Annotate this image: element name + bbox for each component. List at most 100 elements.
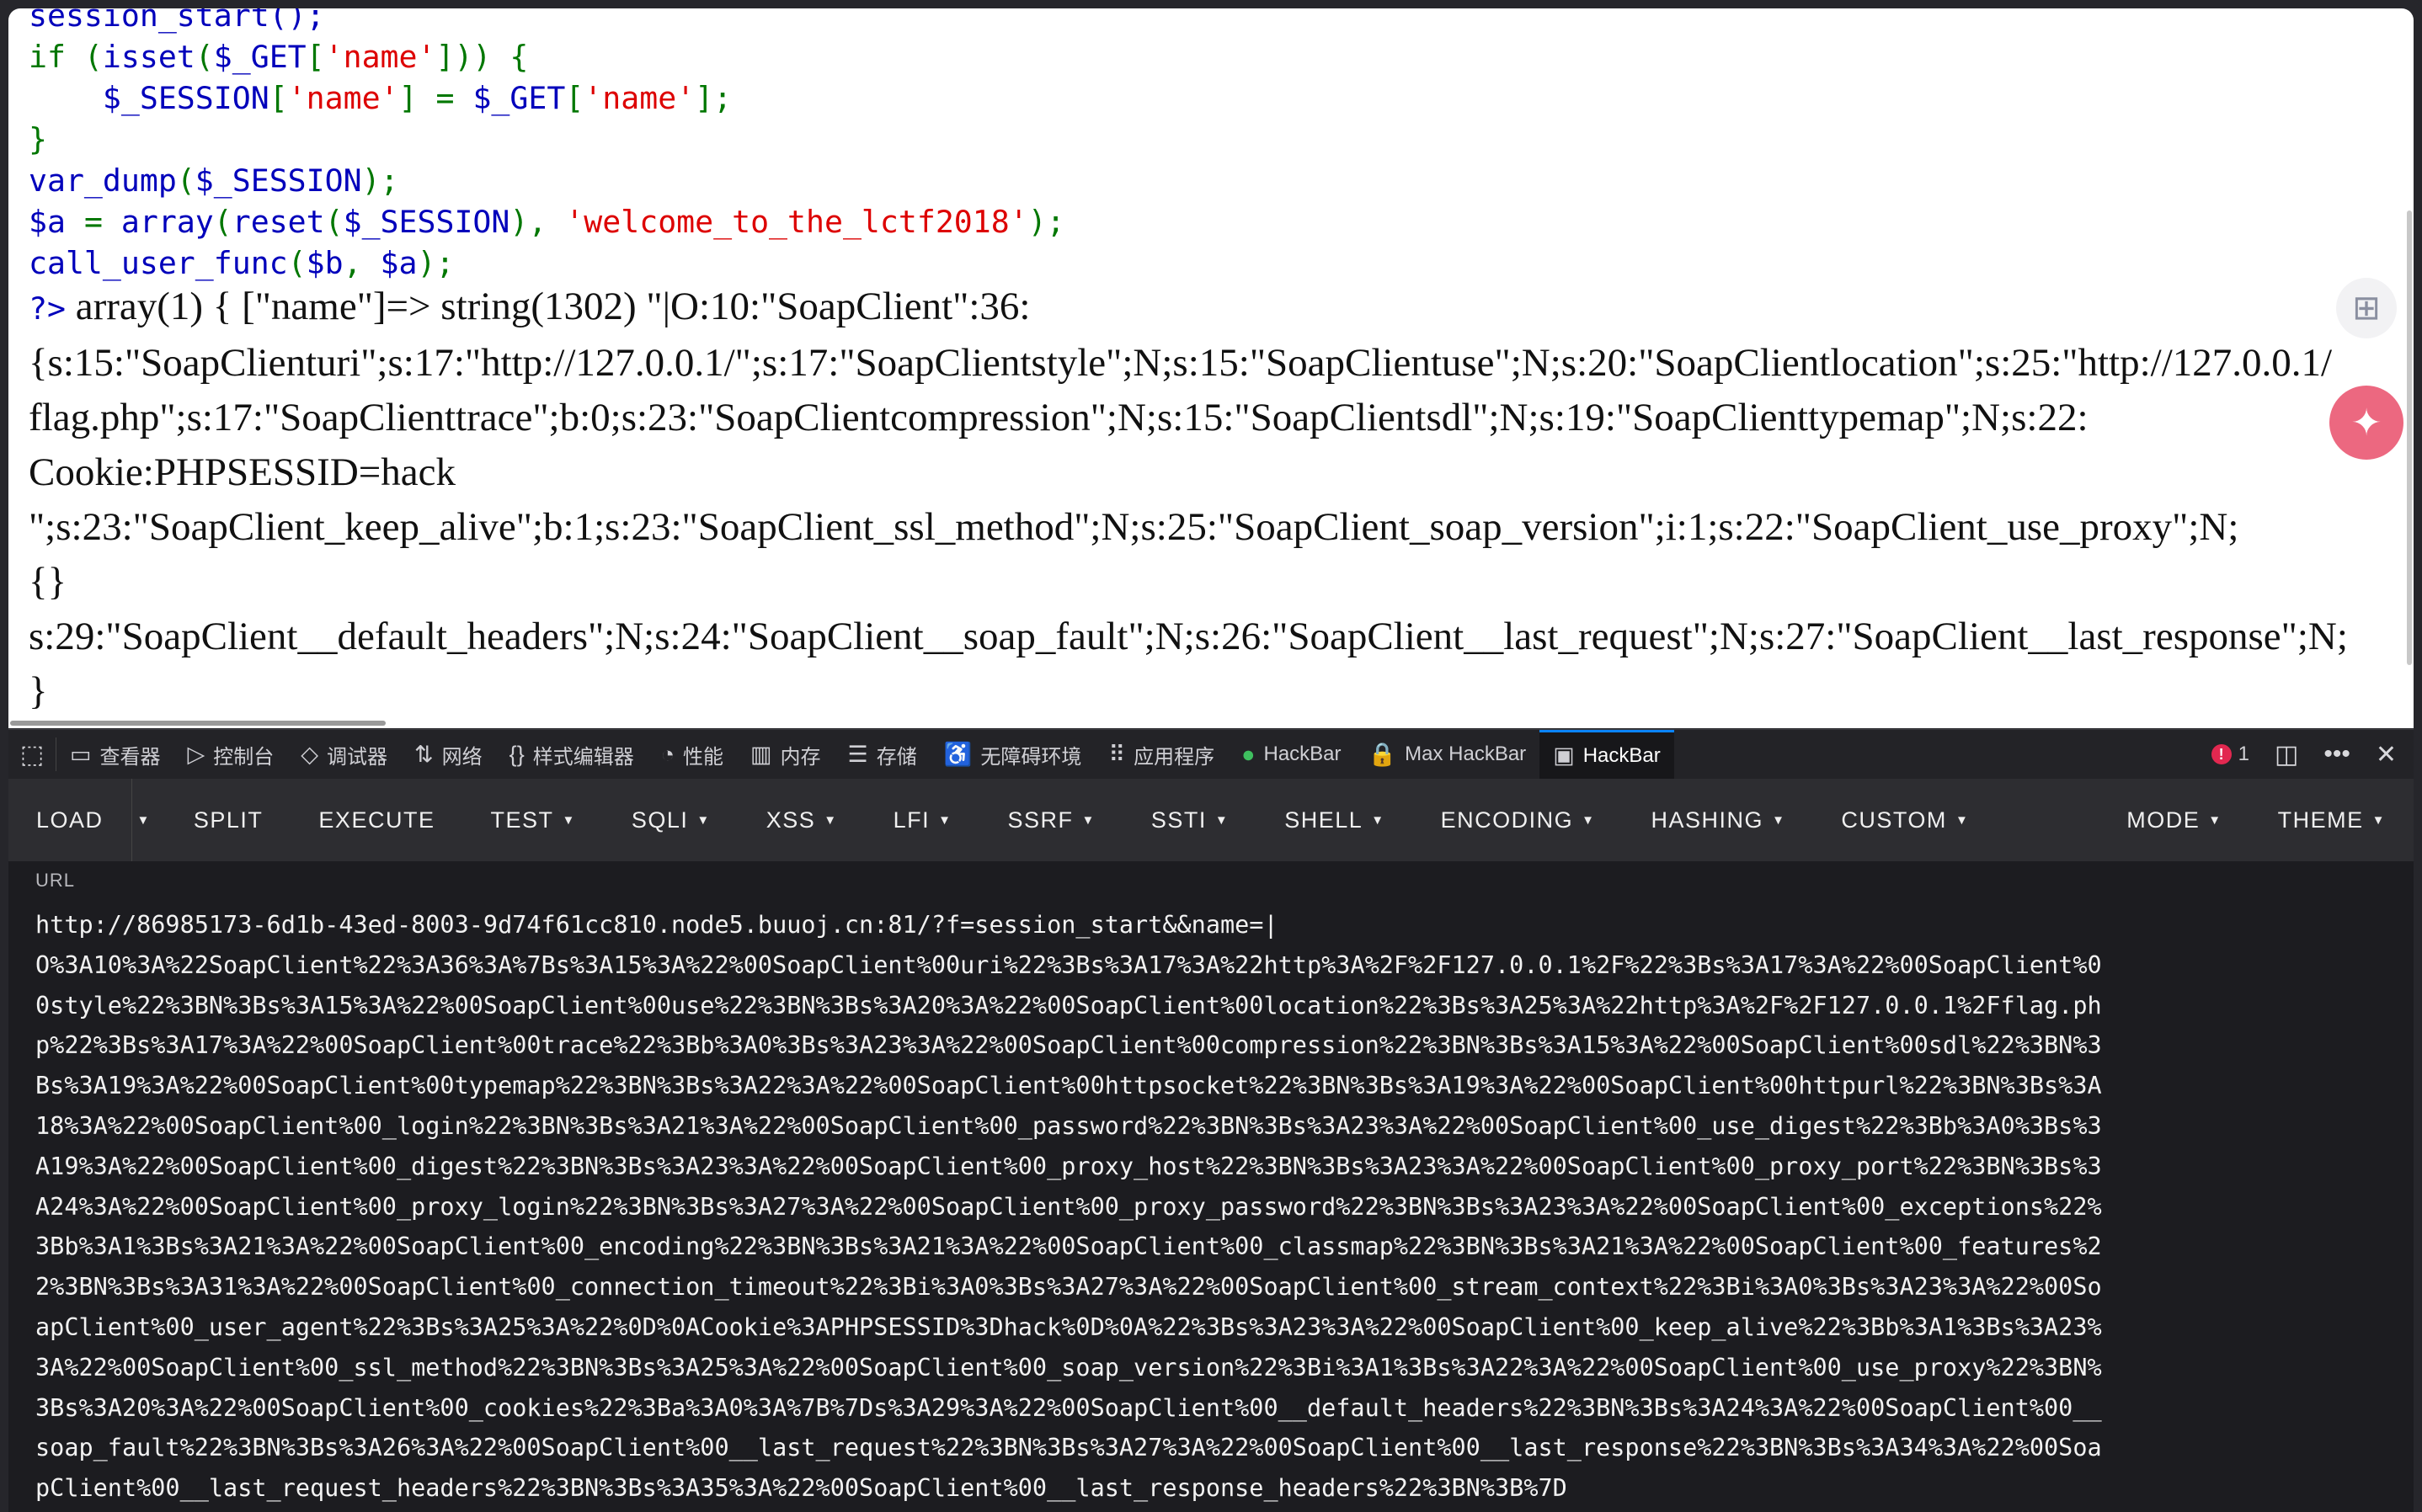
error-count: 1 xyxy=(2238,743,2249,765)
php-source-code: session_start(); if (isset($_GET['name'])… xyxy=(29,8,1065,284)
split-label: SPLIT xyxy=(193,807,264,833)
tab-accessibility[interactable]: ♿ 无障碍环境 xyxy=(931,730,1096,779)
tab-inspector[interactable]: ▭ 查看器 xyxy=(56,730,174,779)
page-content: session_start(); if (isset($_GET['name'])… xyxy=(8,8,2414,728)
code-token: ), xyxy=(509,204,566,240)
tab-debugger[interactable]: ◇ 调试器 xyxy=(287,730,401,779)
menu-label: HASHING xyxy=(1651,807,1764,833)
var-dump-output: ?> array(1) { ["name"]=> string(1302) "|… xyxy=(29,280,2414,719)
url-line: pClient%00__last_request_headers%22%3BN%… xyxy=(35,1474,1567,1503)
tab-memory[interactable]: ▥ 内存 xyxy=(737,730,835,779)
code-line: $_SESSION['name'] = $_GET['name']; xyxy=(29,77,1065,119)
url-line: 3Bs%3A20%3A%22%00SoapClient%00_cookies%2… xyxy=(35,1393,2102,1422)
output-line: {s:15:"SoapClienturi";s:17:"http://127.0… xyxy=(29,336,2414,391)
code-line: session_start(); xyxy=(29,8,1065,36)
tab-network[interactable]: ⇅ 网络 xyxy=(401,730,496,779)
code-token: if ( xyxy=(29,39,103,75)
tab-console[interactable]: ▷ 控制台 xyxy=(174,730,288,779)
code-line: if (isset($_GET['name'])) { xyxy=(29,36,1065,77)
execute-button[interactable]: EXECUTE xyxy=(291,779,462,861)
load-button[interactable]: LOAD xyxy=(8,779,131,861)
menu-ssti[interactable]: SSTI ▼ xyxy=(1123,779,1256,861)
menu-custom[interactable]: CUSTOM ▼ xyxy=(1813,779,1997,861)
tab-application[interactable]: ⠿ 应用程序 xyxy=(1095,730,1228,779)
menu-test[interactable]: TEST ▼ xyxy=(462,779,603,861)
menu-label: CUSTOM xyxy=(1841,807,1947,833)
ai-assistant-icon[interactable]: ✦ xyxy=(2329,386,2403,460)
tab-label: 存储 xyxy=(876,745,917,769)
code-token: ( xyxy=(213,204,232,240)
url-line: p%22%3Bs%3A17%3A%22%00SoapClient%00trace… xyxy=(35,1031,2102,1060)
code-token: isset xyxy=(102,39,195,75)
theme-menu[interactable]: THEME ▼ xyxy=(2250,779,2414,861)
code-token: [ xyxy=(269,80,288,116)
url-line: http://86985173-6d1b-43ed-8003-9d74f61cc… xyxy=(35,911,1278,939)
split-button[interactable]: SPLIT xyxy=(166,779,291,861)
menu-xss[interactable]: XSS ▼ xyxy=(739,779,866,861)
output-line: } xyxy=(29,664,2414,719)
vertical-scrollbar[interactable] xyxy=(2407,210,2412,665)
menu-label: XSS xyxy=(766,807,816,833)
tab-accessibility-icon: ♿ xyxy=(943,742,973,767)
chevron-down-icon: ▼ xyxy=(1214,812,1230,828)
mode-menu[interactable]: MODE ▼ xyxy=(2099,779,2249,861)
menu-label: ENCODING xyxy=(1440,807,1574,833)
tab-performance[interactable]: ◔ 性能 xyxy=(648,730,737,779)
tab-debugger-icon: ◇ xyxy=(301,741,319,767)
url-line: O%3A10%3A%22SoapClient%22%3A36%3A%7Bs%3A… xyxy=(35,950,2102,979)
more-options-icon[interactable]: ••• xyxy=(2323,740,2350,769)
menu-label: SHELL xyxy=(1284,807,1363,833)
tab-style-editor-icon: {} xyxy=(509,741,525,767)
hackbar-menu: LOAD ▼ SPLIT EXECUTE TEST ▼ SQLI ▼ XSS ▼ LFI ▼ S… xyxy=(8,779,2414,861)
url-line: A19%3A%22%00SoapClient%00_digest%22%3BN%… xyxy=(35,1152,2102,1180)
code-token: ); xyxy=(1027,204,1065,240)
tab-console-icon: ▷ xyxy=(187,741,205,767)
hackbar-body: URL http://86985173-6d1b-43ed-8003-9d74f… xyxy=(8,861,2414,1512)
code-token: } xyxy=(29,121,47,157)
error-count-badge[interactable]: ! 1 xyxy=(2211,743,2249,766)
url-input[interactable]: http://86985173-6d1b-43ed-8003-9d74f61cc… xyxy=(35,905,2393,1509)
tab-label: HackBar xyxy=(1582,743,1661,767)
tab-memory-icon: ▥ xyxy=(750,741,772,767)
menu-sqli[interactable]: SQLI ▼ xyxy=(604,779,739,861)
code-token: = xyxy=(83,204,121,240)
code-token: 'name' xyxy=(584,80,696,116)
tab-storage[interactable]: ☰ 存储 xyxy=(835,730,931,779)
menu-ssrf[interactable]: SSRF ▼ xyxy=(979,779,1123,861)
code-token: call_user_func xyxy=(29,245,288,281)
element-picker-icon[interactable]: ⬚ xyxy=(8,737,56,771)
code-token: [ xyxy=(306,39,325,75)
menu-lfi[interactable]: LFI ▼ xyxy=(866,779,980,861)
output-text: flag.php";s:17:"SoapClienttrace";b:0;s:2… xyxy=(29,396,2089,439)
chevron-down-icon: ▼ xyxy=(1955,812,1970,828)
code-token: $_GET xyxy=(213,39,307,75)
output-line: ";s:23:"SoapClient_keep_alive";b:1;s:23:… xyxy=(29,500,2414,555)
menu-encoding[interactable]: ENCODING ▼ xyxy=(1413,779,1624,861)
output-text: Cookie:PHPSESSID=hack xyxy=(29,450,456,494)
close-icon[interactable]: ✕ xyxy=(2376,740,2397,769)
load-dropdown-caret-icon[interactable]: ▼ xyxy=(131,779,166,861)
chevron-down-icon: ▼ xyxy=(696,812,711,828)
tab-max-hackbar[interactable]: 🔒 Max HackBar xyxy=(1355,730,1540,779)
url-label: URL xyxy=(35,870,76,891)
code-line: } xyxy=(29,119,1065,160)
tab-hackbar-1-icon: ● xyxy=(1241,741,1256,767)
tab-style-editor[interactable]: {} 样式编辑器 xyxy=(496,730,648,779)
menu-shell[interactable]: SHELL ▼ xyxy=(1256,779,1412,861)
url-line: Bs%3A19%3A%22%00SoapClient%00typemap%22%… xyxy=(35,1072,2102,1100)
tab-hackbar-active[interactable]: ▣ HackBar xyxy=(1539,730,1674,779)
menu-hashing[interactable]: HASHING ▼ xyxy=(1624,779,1814,861)
apps-sparkle-icon[interactable]: ⊞ xyxy=(2336,278,2397,338)
url-line: A24%3A%22%00SoapClient%00_proxy_login%22… xyxy=(35,1192,2102,1221)
tab-max-hackbar-icon: 🔒 xyxy=(1368,742,1397,767)
devtools-toolbar: ⬚ ▭ 查看器 ▷ 控制台 ◇ 调试器 ⇅ 网络 {} 样式编辑器 ◔ 性能 ▥ 内存 ☰ 存储 ♿ 无障碍环境 ⠿… xyxy=(8,729,2414,780)
menu-label: TEST xyxy=(490,807,554,833)
php-close-tag: ?> xyxy=(29,290,66,327)
output-text: ";s:23:"SoapClient_keep_alive";b:1;s:23:… xyxy=(29,505,2239,549)
dock-side-icon[interactable]: ◫ xyxy=(2275,740,2298,769)
code-token: [ xyxy=(565,80,584,116)
tab-label: 性能 xyxy=(683,745,724,769)
code-token: ); xyxy=(417,245,455,281)
horizontal-scrollbar[interactable] xyxy=(10,721,386,726)
tab-hackbar-1[interactable]: ● HackBar xyxy=(1228,730,1354,779)
